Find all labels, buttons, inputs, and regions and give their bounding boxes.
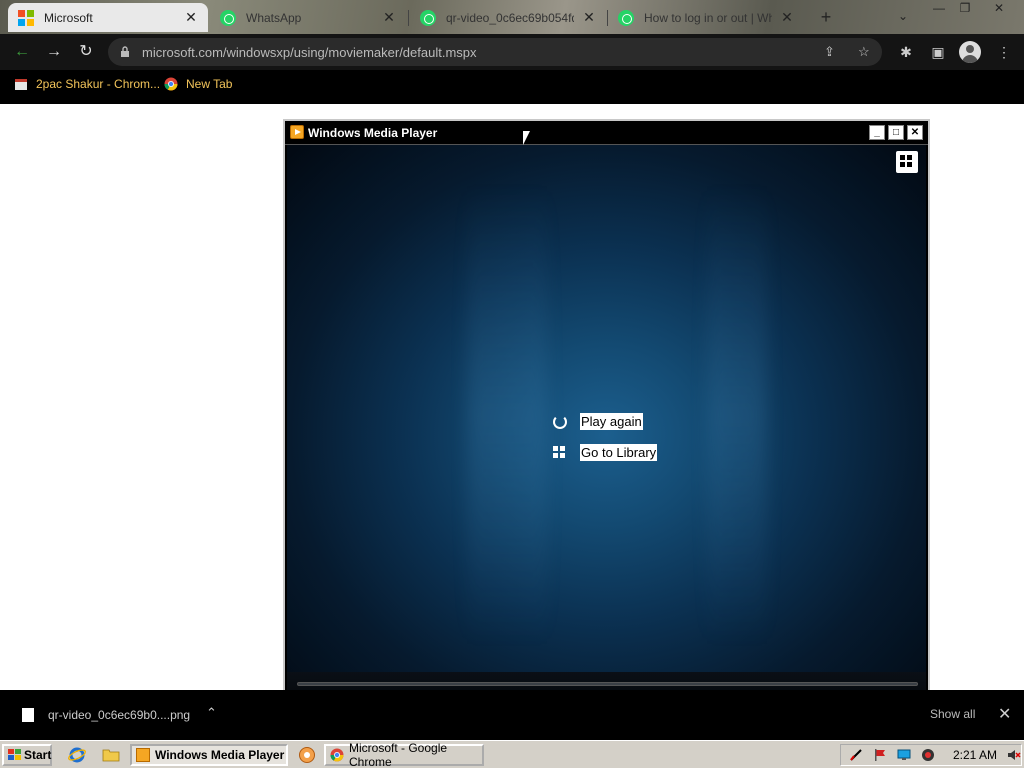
wmp-title-bar[interactable]: Windows Media Player _ □ ✕ <box>285 121 928 145</box>
minimize-icon[interactable]: — <box>928 1 950 17</box>
browser-toolbar: ← → ↻ microsoft.com/windowsxp/using/movi… <box>0 34 1024 70</box>
library-grid-icon <box>900 155 912 167</box>
url-text: microsoft.com/windowsxp/using/moviemaker… <box>142 45 477 60</box>
close-window-icon[interactable]: ✕ <box>988 1 1010 17</box>
chrome-logo-icon <box>164 77 178 91</box>
share-icon[interactable]: ⇪ <box>824 44 835 60</box>
whatsapp-icon <box>618 9 634 26</box>
play-again-item[interactable]: Play again <box>552 413 643 430</box>
tab-how-to-log-in[interactable]: How to log in or out | Wha ✕ <box>608 3 804 32</box>
tab-separator <box>408 10 409 26</box>
taskbar-task-chrome[interactable]: Microsoft - Google Chrome <box>324 741 484 769</box>
wmp-app-icon <box>136 748 150 762</box>
tab-label: WhatsApp <box>246 10 302 25</box>
bookmark-favicon-icon <box>15 79 27 90</box>
more-menu-icon[interactable]: ⋮ <box>994 42 1014 62</box>
red-flag-icon[interactable] <box>873 748 887 762</box>
tab-label: How to log in or out | Wha <box>644 10 772 25</box>
task-label: Microsoft - Google Chrome <box>349 741 448 769</box>
mouse-cursor-icon <box>523 131 530 145</box>
bookmarks-bar: 2pac Shakur - Chrom... New Tab <box>0 70 1024 100</box>
tab-close-icon[interactable]: ✕ <box>184 9 198 26</box>
tab-label: Microsoft <box>44 10 93 25</box>
tab-label: qr-video_0c6ec69b054fde <box>446 10 574 25</box>
file-icon <box>22 708 34 722</box>
system-clock: 2:21 AM <box>953 748 998 762</box>
chevron-up-icon[interactable]: ⌃ <box>206 705 217 721</box>
download-file-name: qr-video_0c6ec69b0....png <box>48 708 191 722</box>
folder-icon[interactable] <box>102 746 120 764</box>
profile-avatar-icon[interactable] <box>959 41 981 63</box>
download-item[interactable]: qr-video_0c6ec69b0....png ⌃ <box>0 690 283 740</box>
taskbar-task-wmp[interactable]: Windows Media Player <box>130 744 288 766</box>
start-button[interactable]: Start <box>2 744 52 766</box>
visual-ray <box>467 185 547 645</box>
wmp-minimize-button[interactable]: _ <box>869 125 885 140</box>
internet-explorer-icon[interactable] <box>68 746 86 764</box>
whatsapp-icon <box>420 9 436 26</box>
show-all-link[interactable]: Show all <box>930 707 975 721</box>
tab-qr-video[interactable]: qr-video_0c6ec69b054fde ✕ <box>410 3 606 32</box>
new-tab-button[interactable]: + <box>816 7 836 27</box>
forward-arrow-icon[interactable]: → <box>44 42 64 62</box>
whatsapp-icon <box>220 9 236 26</box>
speaker-muted-icon[interactable] <box>1007 748 1021 762</box>
microsoft-logo-icon <box>18 9 34 26</box>
bookmark-label: 2pac Shakur - Chrom... <box>36 77 161 91</box>
wmp-close-button[interactable]: ✕ <box>907 125 923 140</box>
tab-close-icon[interactable]: ✕ <box>382 9 396 26</box>
library-grid-icon <box>552 445 568 461</box>
media-app-icon[interactable] <box>298 746 316 764</box>
tab-search-chevron-icon[interactable]: ⌄ <box>898 9 908 23</box>
tab-close-icon[interactable]: ✕ <box>582 9 596 26</box>
bookmark-star-icon[interactable]: ☆ <box>858 44 870 60</box>
extensions-puzzle-icon[interactable]: ✱ <box>896 42 916 62</box>
bookmark-label: New Tab <box>186 77 233 91</box>
tab-microsoft[interactable]: Microsoft ✕ <box>8 3 208 32</box>
lock-icon <box>121 46 129 57</box>
system-tray: 2:21 AM <box>840 744 1022 766</box>
side-panel-icon[interactable]: ▣ <box>928 42 948 62</box>
start-label: Start <box>24 748 52 762</box>
visual-ray <box>707 185 767 645</box>
back-arrow-icon[interactable]: ← <box>12 42 32 62</box>
address-bar[interactable]: microsoft.com/windowsxp/using/moviemaker… <box>108 38 882 66</box>
network-monitor-icon[interactable] <box>897 748 911 762</box>
windows-flag-icon <box>8 749 21 761</box>
restore-icon[interactable]: ❐ <box>954 1 976 17</box>
tab-close-icon[interactable]: ✕ <box>780 9 794 26</box>
reload-icon[interactable]: ↻ <box>76 42 96 62</box>
seek-bar[interactable] <box>297 682 918 686</box>
task-label: Windows Media Player <box>155 748 285 762</box>
browser-chrome: Microsoft ✕ WhatsApp ✕ qr-video_0c6ec69b… <box>0 0 1024 104</box>
replay-icon <box>552 414 568 430</box>
close-icon[interactable]: ✕ <box>998 704 1011 724</box>
security-shield-icon[interactable] <box>921 748 935 762</box>
switch-to-library-button[interactable] <box>896 151 918 173</box>
pen-tool-icon[interactable] <box>849 748 863 762</box>
wmp-maximize-button[interactable]: □ <box>888 125 904 140</box>
wmp-window-title: Windows Media Player <box>308 126 438 140</box>
go-to-library-label[interactable]: Go to Library <box>580 444 658 461</box>
go-to-library-item[interactable]: Go to Library <box>552 444 658 461</box>
downloads-bar: qr-video_0c6ec69b0....png ⌃ Show all ✕ <box>0 690 1024 740</box>
wmp-now-playing-area: Play again Go to Library <box>287 145 926 672</box>
tab-strip: Microsoft ✕ WhatsApp ✕ qr-video_0c6ec69b… <box>0 0 1024 34</box>
play-again-label[interactable]: Play again <box>580 413 643 430</box>
windows-taskbar: Start Windows Media Player Microsoft - G… <box>0 740 1024 769</box>
windows-media-player-window: Windows Media Player _ □ ✕ Play again Go… <box>283 119 930 739</box>
chrome-logo-icon <box>330 748 344 762</box>
bookmark-new-tab[interactable]: New Tab <box>164 77 232 91</box>
tab-whatsapp[interactable]: WhatsApp ✕ <box>210 3 406 32</box>
bookmark-2pac[interactable]: 2pac Shakur - Chrom... <box>14 77 160 91</box>
wmp-app-icon <box>290 125 304 139</box>
